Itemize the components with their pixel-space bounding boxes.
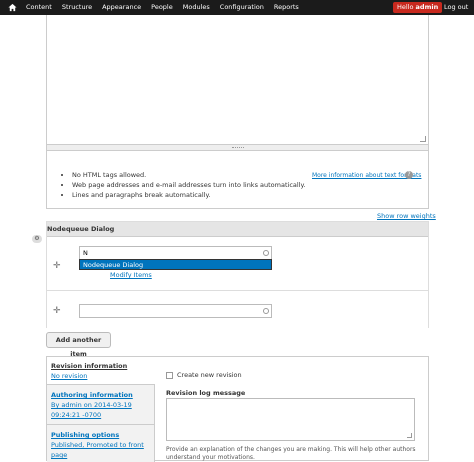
revision-log-label: Revision log message xyxy=(166,389,246,397)
logout-link[interactable]: Log out xyxy=(444,0,468,15)
toolbar-menu: Content Structure Appearance People Modu… xyxy=(26,0,309,15)
table-row: ✛ N Nodequeue Dialog Modify Items xyxy=(47,238,428,291)
vertical-tab-summary: No revision xyxy=(51,372,88,380)
autocomplete-suggestion[interactable]: Nodequeue Dialog xyxy=(79,259,272,270)
home-icon[interactable] xyxy=(8,3,17,12)
filter-tip: No HTML tags allowed. xyxy=(72,170,305,180)
menu-item-people[interactable]: People xyxy=(151,0,173,15)
revision-log-help: Provide an explanation of the changes yo… xyxy=(166,446,416,461)
menu-item-reports[interactable]: Reports xyxy=(274,0,299,15)
create-revision-checkbox[interactable] xyxy=(166,372,173,379)
vertical-tab-list: Revision information No revision Authori… xyxy=(47,357,155,462)
filter-tips-list: No HTML tags allowed. Web page addresses… xyxy=(62,170,305,200)
admin-toolbar: Content Structure Appearance People Modu… xyxy=(0,0,474,15)
filter-tips: No HTML tags allowed. Web page addresses… xyxy=(46,151,429,209)
drag-handle-icon[interactable]: ✛ xyxy=(53,262,61,271)
menu-item-appearance[interactable]: Appearance xyxy=(102,0,141,15)
autocomplete-value: N xyxy=(83,249,88,257)
settings-icon[interactable]: ⚙ xyxy=(32,235,42,243)
nodequeue-autocomplete-input[interactable]: N xyxy=(79,246,272,260)
nodequeue-table-header: Nodequeue Dialog xyxy=(47,222,428,237)
resize-handle-icon[interactable] xyxy=(407,433,412,438)
hello-prefix: Hello xyxy=(397,3,416,11)
menu-item-structure[interactable]: Structure xyxy=(62,0,92,15)
vertical-tab-summary: By admin on 2014-03-19 09:24:21 -0700 xyxy=(51,401,132,419)
body-textarea[interactable] xyxy=(46,15,429,145)
menu-item-content[interactable]: Content xyxy=(26,0,52,15)
autocomplete-throbber-icon xyxy=(263,308,269,314)
add-another-item-button[interactable]: Add another item xyxy=(46,332,111,358)
resize-handle-icon[interactable] xyxy=(420,136,426,142)
modify-items-link[interactable]: Modify Items xyxy=(110,271,152,279)
vertical-tab-title: Publishing options xyxy=(51,431,120,439)
vertical-tab-title: Revision information xyxy=(51,362,128,370)
filter-tip: Lines and paragraphs break automatically… xyxy=(72,190,305,200)
hello-username: admin xyxy=(415,3,439,11)
vertical-tab-title: Authoring information xyxy=(51,391,133,399)
vertical-tab-summary: Published, Promoted to front page xyxy=(51,441,144,459)
nodequeue-table: Nodequeue Dialog ✛ N Nodequeue Dialog Mo… xyxy=(46,221,429,328)
create-revision-label: Create new revision xyxy=(177,371,242,379)
menu-item-modules[interactable]: Modules xyxy=(183,0,210,15)
hello-user-link[interactable]: Hello admin xyxy=(393,2,443,13)
vertical-tab-revision[interactable]: Revision information No revision xyxy=(47,357,155,385)
filter-tip: Web page addresses and e-mail addresses … xyxy=(72,180,305,190)
revision-log-textarea[interactable] xyxy=(166,398,415,441)
drag-handle-icon[interactable]: ✛ xyxy=(53,307,61,316)
autocomplete-throbber-icon xyxy=(263,250,269,256)
menu-item-configuration[interactable]: Configuration xyxy=(220,0,264,15)
nodequeue-autocomplete-input[interactable] xyxy=(79,304,272,318)
show-row-weights-link[interactable]: Show row weights xyxy=(377,212,436,220)
help-icon[interactable]: ? xyxy=(405,171,413,179)
vertical-tab-authoring[interactable]: Authoring information By admin on 2014-0… xyxy=(47,385,155,425)
vertical-tab-publishing[interactable]: Publishing options Published, Promoted t… xyxy=(47,425,155,462)
table-row: ✛ xyxy=(47,292,428,328)
